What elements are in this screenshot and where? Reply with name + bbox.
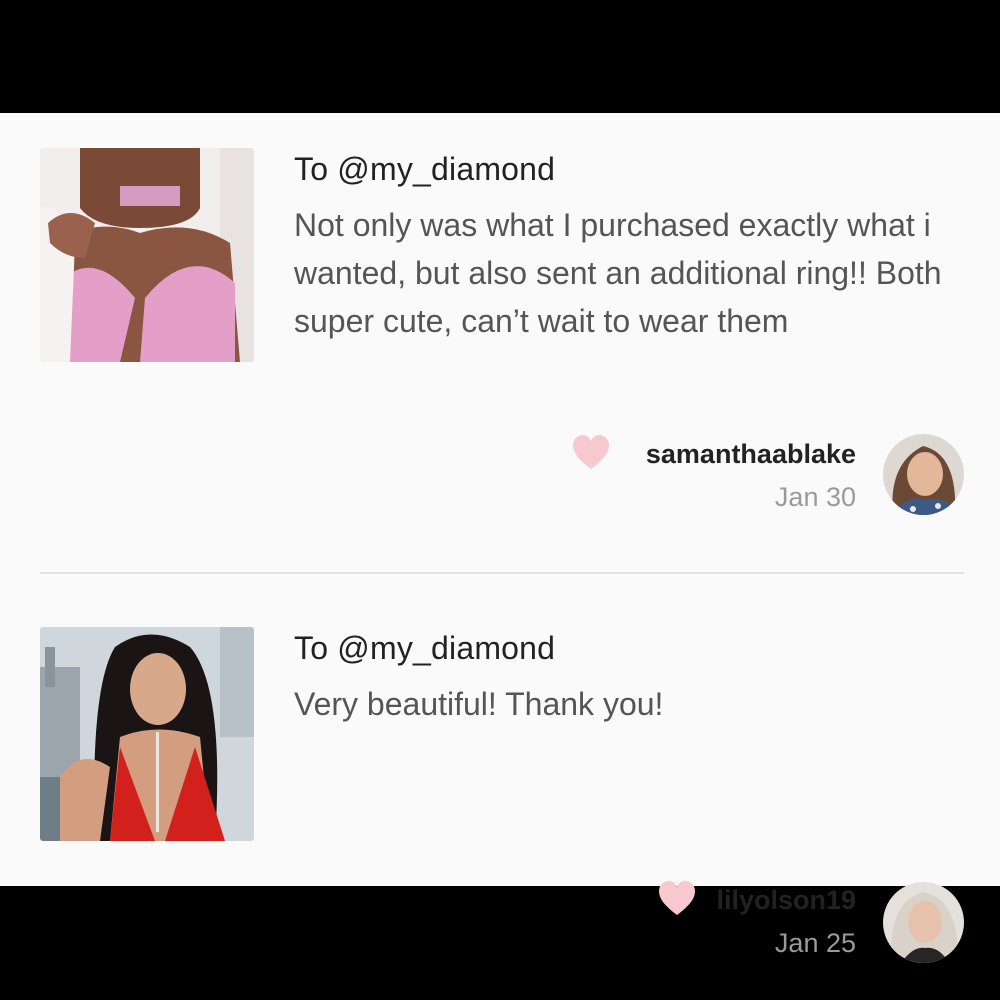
recipient-label: To @my_diamond (294, 151, 556, 187)
product-photo[interactable] (40, 148, 254, 362)
recipient-label: To @my_diamond (294, 630, 556, 666)
reviewer-username[interactable]: lilyolson19 (716, 885, 856, 916)
product-photo[interactable] (40, 627, 254, 841)
review-date: Jan 25 (774, 928, 856, 958)
heart-icon[interactable] (571, 433, 611, 473)
avatar[interactable] (883, 434, 964, 515)
review-text: Not only was what I purchased exactly wh… (294, 207, 942, 339)
review-date: Jan 30 (774, 482, 856, 512)
review-card: To @my_diamond Very beautiful! Thank you… (0, 574, 1000, 963)
review-text: Very beautiful! Thank you! (294, 686, 664, 722)
heart-icon[interactable] (657, 879, 697, 919)
reviews-panel: To @my_diamond Not only was what I purch… (0, 113, 1000, 963)
review-card: To @my_diamond Not only was what I purch… (0, 113, 1000, 573)
avatar[interactable] (883, 882, 964, 963)
reviewer-username[interactable]: samanthaablake (646, 439, 856, 470)
